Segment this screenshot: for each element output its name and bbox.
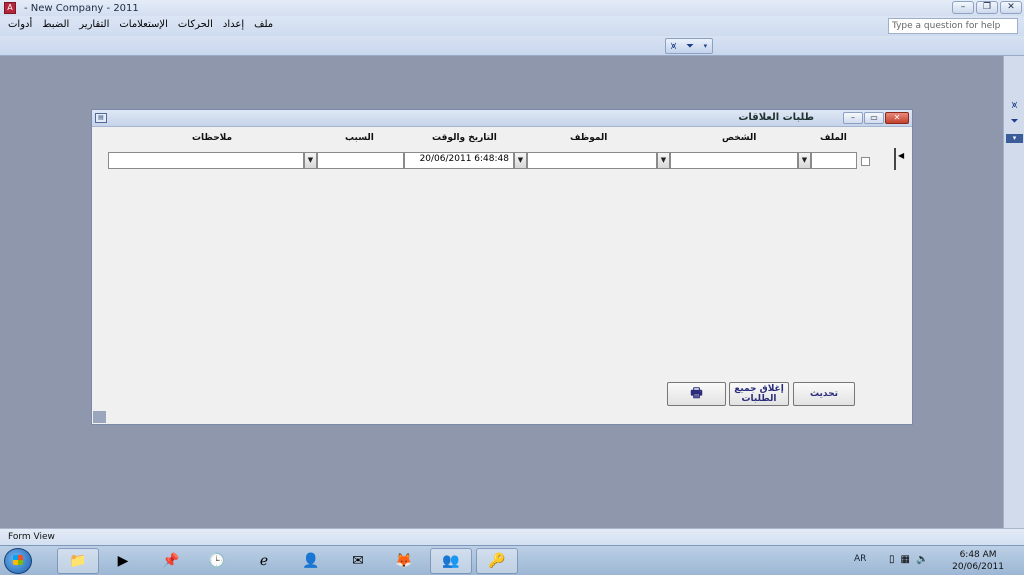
tray-icons: ▯ ▦ 🔈	[889, 554, 928, 565]
remarks-field[interactable]	[108, 152, 304, 169]
taskbar-clock[interactable]: 6:48 AM 20/06/2011	[952, 549, 1004, 573]
print-button[interactable]: 🖶	[667, 382, 726, 406]
company-field[interactable]	[811, 152, 857, 169]
start-button[interactable]	[4, 548, 32, 574]
form-title: طلبات العلاقات	[738, 112, 814, 123]
menu-item-transactions[interactable]: الحركات	[178, 19, 213, 30]
status-text: Form View	[8, 532, 55, 542]
windows-logo-icon	[13, 555, 23, 565]
internet-explorer-taskbar-icon[interactable]: ℯ	[243, 548, 285, 574]
menu-item-file[interactable]: ملف	[254, 19, 273, 30]
taskbar: 📁 ▶ 📌 🕒 ℯ 👤 ✉ 🦊 👥 🔑 AR ▯ ▦ 🔈 6:48 AM 20/…	[0, 545, 1024, 575]
menu-item-reports[interactable]: التقارير	[79, 19, 109, 30]
person-field[interactable]	[670, 152, 798, 169]
window-controls: – ❐ ✕	[952, 1, 1022, 14]
row-checkbox[interactable]	[861, 157, 870, 166]
clock-date: 20/06/2011	[952, 562, 1004, 572]
messenger-taskbar-icon[interactable]: 👤	[290, 548, 332, 574]
toolbar-strip: ⩙ ⏷ ▾	[0, 36, 1024, 56]
form-icon[interactable]: ▤	[95, 113, 107, 123]
toolbar-options-icon[interactable]: ▾	[1006, 134, 1023, 143]
datetime-dropdown-button[interactable]: ▼	[514, 152, 527, 169]
window-title: - New Company - 2011	[24, 2, 139, 14]
title-bar: A - New Company - 2011 – ❐ ✕	[0, 0, 1024, 16]
refresh-button[interactable]: تحديث	[793, 382, 855, 406]
form-restore-button[interactable]: ▭	[864, 112, 884, 124]
status-bar: Form View	[0, 528, 1024, 545]
employee-dropdown-button[interactable]: ▼	[657, 152, 670, 169]
minimize-button[interactable]: –	[952, 1, 974, 14]
clock-taskbar-icon[interactable]: 🕒	[196, 548, 238, 574]
menu-item-control[interactable]: الضبط	[42, 19, 69, 30]
col-label-remarks: ملاحظات	[192, 133, 233, 143]
menu-item-setup[interactable]: إعداد	[223, 19, 244, 30]
record-selector[interactable]: ◀	[894, 148, 906, 170]
network-icon[interactable]: ▦	[901, 554, 910, 565]
battery-icon[interactable]: ▯	[889, 554, 895, 565]
pin-taskbar-icon[interactable]: 📌	[150, 548, 192, 574]
media-player-taskbar-icon[interactable]: ▶	[102, 548, 144, 574]
form-window-controls: – ▭ ✕	[843, 112, 909, 124]
clock-time: 6:48 AM	[959, 550, 997, 560]
help-question-input[interactable]: Type a question for help	[888, 18, 1018, 34]
system-tray: AR ▯ ▦ 🔈 6:48 AM 20/06/2011	[844, 546, 1024, 575]
firefox-taskbar-icon[interactable]: 🦊	[383, 548, 425, 574]
form-minimize-button[interactable]: –	[843, 112, 863, 124]
volume-icon[interactable]: 🔈	[916, 554, 928, 565]
close-button[interactable]: ✕	[1000, 1, 1022, 14]
filter-by-selection-icon[interactable]: ⩙	[1007, 100, 1022, 113]
close-all-requests-button[interactable]: إغلاق جميع الطلبات	[729, 382, 789, 406]
col-label-employee: الموظف	[570, 133, 608, 143]
filter-icon[interactable]: ⏷	[1007, 116, 1022, 129]
access-taskbar-icon[interactable]: 🔑	[476, 548, 518, 574]
datetime-field[interactable]: 20/06/2011 6:48:48	[404, 152, 514, 169]
docked-toolbar: ⩙ ⏷ ▾	[1003, 56, 1024, 528]
reason-dropdown-button[interactable]: ▼	[304, 152, 317, 169]
col-label-datetime: التاريخ والوقت	[432, 133, 497, 143]
person-dropdown-button[interactable]: ▼	[798, 152, 811, 169]
menu-bar: ملف إعداد الحركات الإستعلامات التقارير ا…	[0, 16, 1024, 36]
filter-icon[interactable]: ⏷	[686, 41, 694, 52]
col-label-person: الشخص	[722, 133, 757, 143]
access-app-icon[interactable]: A	[4, 2, 16, 14]
filter-toolbar[interactable]: ⩙ ⏷ ▾	[665, 38, 713, 54]
users-taskbar-icon[interactable]: 👥	[430, 548, 472, 574]
employee-field[interactable]	[527, 152, 657, 169]
form-close-button[interactable]: ✕	[885, 112, 909, 124]
menu-items: ملف إعداد الحركات الإستعلامات التقارير ا…	[8, 19, 273, 30]
printer-icon: 🖶	[690, 386, 703, 401]
relations-requests-form: ▤ طلبات العلاقات – ▭ ✕ ملاحظات السبب الت…	[91, 109, 913, 425]
reason-field[interactable]	[317, 152, 404, 169]
explorer-taskbar-icon[interactable]: 📁	[57, 548, 99, 574]
restore-button[interactable]: ❐	[976, 1, 998, 14]
menu-item-tools[interactable]: أدوات	[8, 19, 32, 30]
toolbar-options-icon[interactable]: ▾	[704, 42, 708, 50]
col-label-company: الملف	[820, 133, 847, 143]
filter-by-selection-icon[interactable]: ⩙	[671, 41, 677, 52]
form-title-bar: ▤ طلبات العلاقات – ▭ ✕	[92, 110, 912, 127]
menu-item-queries[interactable]: الإستعلامات	[119, 19, 168, 30]
resize-grip[interactable]	[93, 411, 106, 423]
mail-taskbar-icon[interactable]: ✉	[337, 548, 379, 574]
language-indicator[interactable]: AR	[854, 554, 866, 564]
col-label-reason: السبب	[345, 133, 374, 143]
